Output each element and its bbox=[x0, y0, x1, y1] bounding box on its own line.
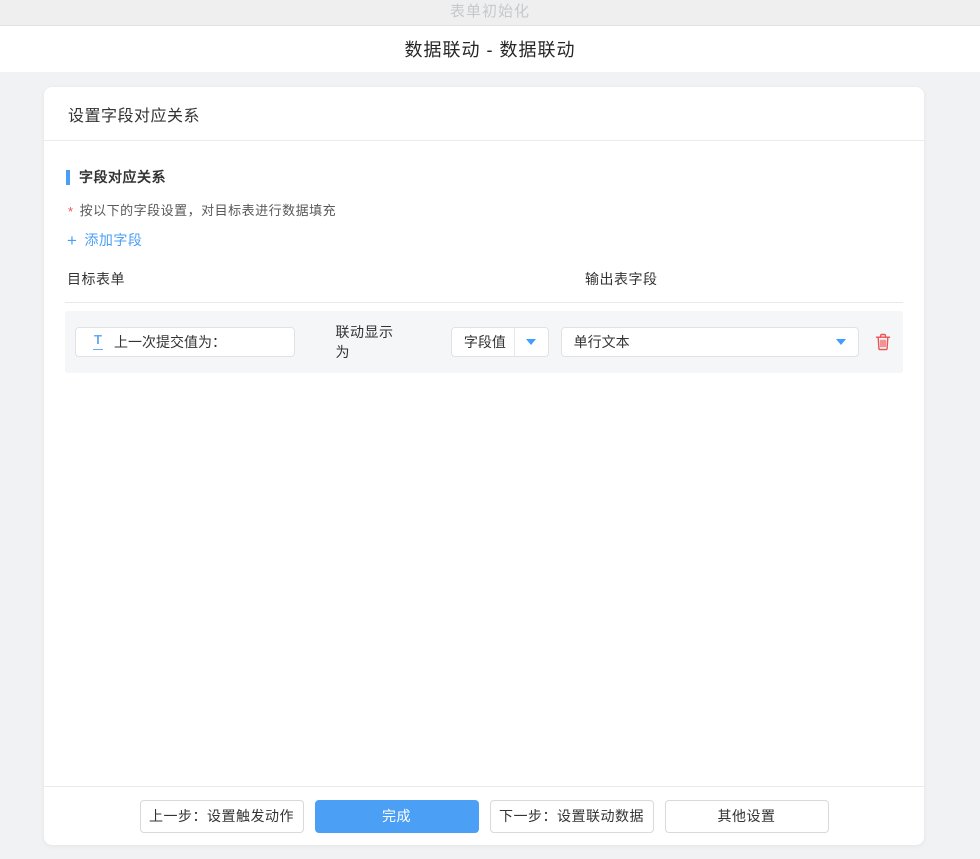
required-asterisk: * bbox=[68, 204, 74, 219]
mapping-row: T 上一次提交值为： 联动显示为 字段值 单行文本 bbox=[65, 311, 903, 373]
other-settings-button[interactable]: 其他设置 bbox=[665, 800, 829, 833]
section-marker-bar bbox=[66, 170, 70, 185]
add-field-link[interactable]: + 添加字段 bbox=[67, 230, 142, 250]
card-body: 字段对应关系 * 按以下的字段设置，对目标表进行数据填充 + 添加字段 目标表单 … bbox=[44, 141, 924, 786]
linkage-display-label: 联动显示为 bbox=[336, 322, 408, 362]
prev-step-button[interactable]: 上一步：设置触发动作 bbox=[140, 800, 304, 833]
value-type-dropdown[interactable]: 字段值 bbox=[451, 327, 549, 357]
dialog-content-area: 设置字段对应关系 字段对应关系 * 按以下的字段设置，对目标表进行数据填充 + 添… bbox=[0, 72, 980, 859]
dialog-title: 数据联动 - 数据联动 bbox=[405, 36, 576, 62]
required-note-text: 按以下的字段设置，对目标表进行数据填充 bbox=[80, 203, 337, 218]
trash-icon bbox=[875, 333, 891, 351]
next-step-button[interactable]: 下一步：设置联动数据 bbox=[490, 800, 654, 833]
background-dialog-header: 表单初始化 bbox=[0, 0, 980, 25]
table-header-divider bbox=[65, 302, 903, 303]
background-dialog-title: 表单初始化 bbox=[450, 0, 530, 21]
value-type-selected: 字段值 bbox=[452, 332, 514, 352]
mapping-table-header: 目标表单 输出表字段 bbox=[65, 269, 903, 289]
dialog-title-bar: 数据联动 - 数据联动 bbox=[0, 25, 980, 72]
text-field-type-icon: T bbox=[93, 333, 103, 349]
chevron-down-icon bbox=[836, 339, 846, 345]
settings-card: 设置字段对应关系 字段对应关系 * 按以下的字段设置，对目标表进行数据填充 + 添… bbox=[44, 87, 924, 845]
required-note: * 按以下的字段设置，对目标表进行数据填充 bbox=[68, 200, 903, 219]
target-field-value: 上一次提交值为： bbox=[114, 332, 226, 352]
card-footer: 上一步：设置触发动作 完成 下一步：设置联动数据 其他设置 bbox=[44, 786, 924, 845]
output-field-dropdown[interactable]: 单行文本 bbox=[561, 327, 859, 357]
column-header-output-field: 输出表字段 bbox=[585, 269, 658, 289]
card-header: 设置字段对应关系 bbox=[44, 87, 924, 141]
dropdown-divider bbox=[514, 328, 515, 356]
chevron-down-icon bbox=[526, 339, 536, 345]
delete-row-button[interactable] bbox=[873, 331, 893, 353]
add-field-label: 添加字段 bbox=[84, 230, 142, 250]
target-field-select[interactable]: T 上一次提交值为： bbox=[75, 327, 295, 357]
section-title: 字段对应关系 bbox=[66, 167, 903, 187]
column-header-target-form: 目标表单 bbox=[65, 269, 585, 289]
output-field-selected: 单行文本 bbox=[562, 332, 836, 352]
plus-icon: + bbox=[67, 232, 77, 249]
section-title-label: 字段对应关系 bbox=[79, 167, 166, 187]
card-header-title: 设置字段对应关系 bbox=[68, 102, 200, 126]
finish-button[interactable]: 完成 bbox=[315, 800, 479, 833]
